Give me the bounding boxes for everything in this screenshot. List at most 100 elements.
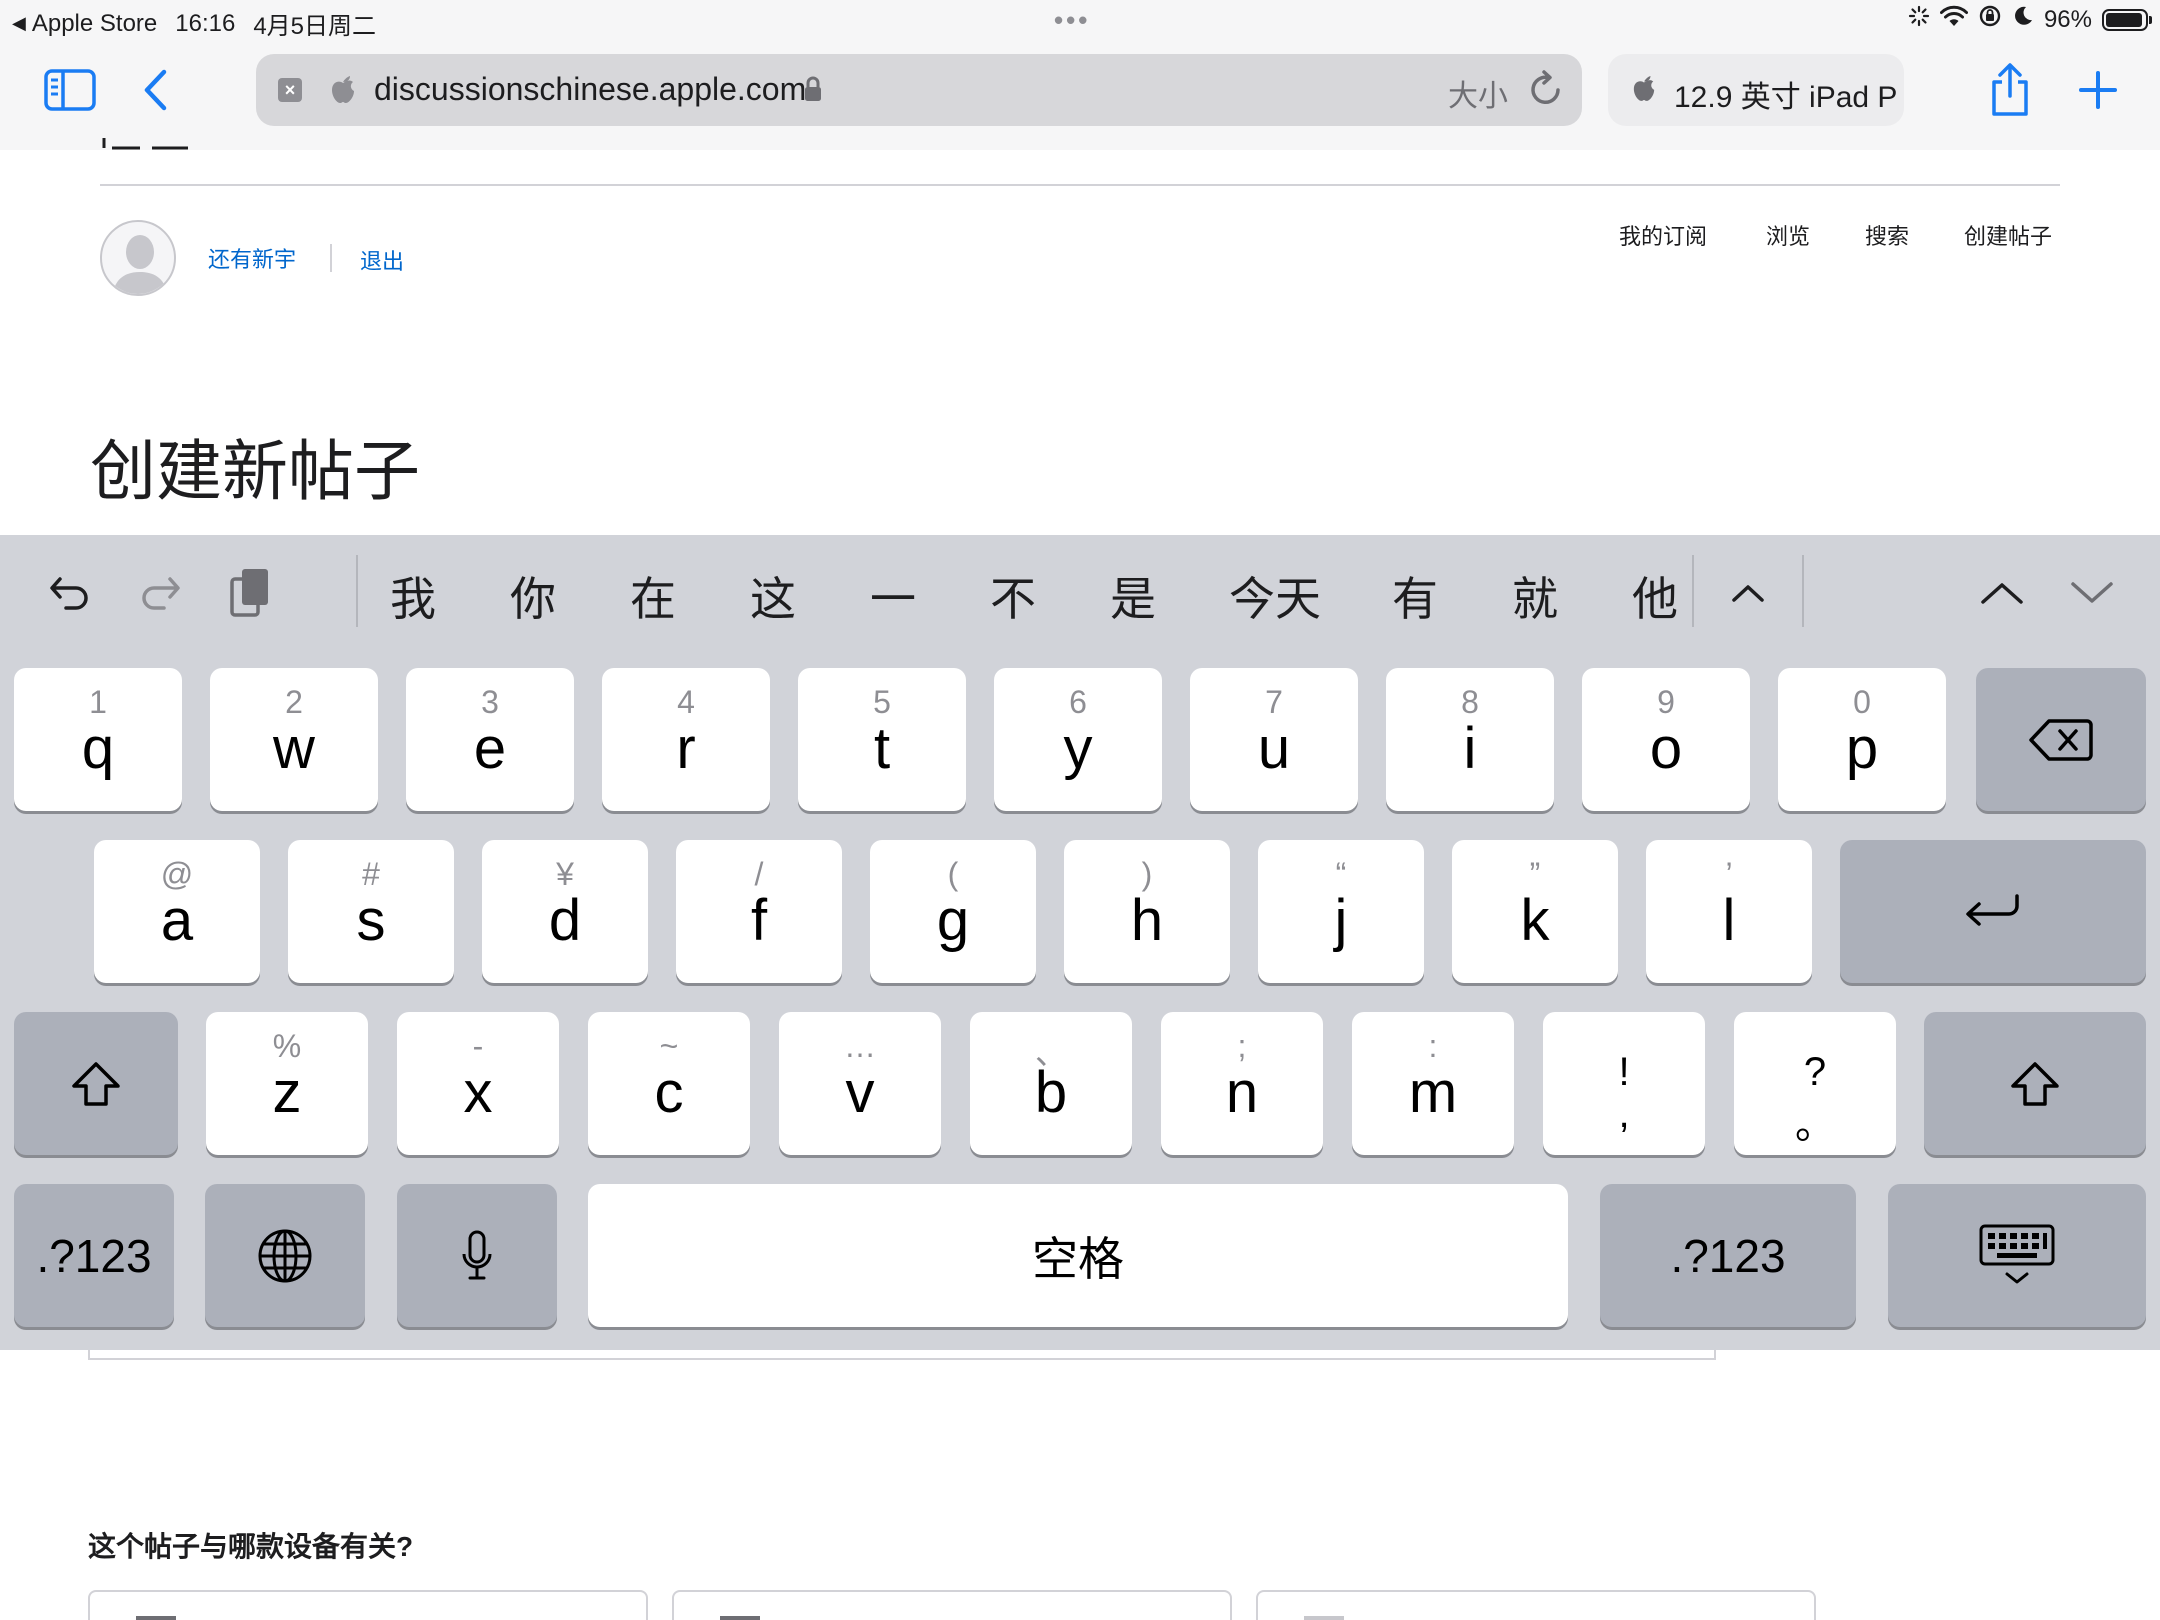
status-date: 4月5日周二 (253, 13, 377, 40)
return-key[interactable] (1840, 840, 2146, 983)
redo-button[interactable] (134, 567, 186, 619)
key-question-period[interactable]: ?。 (1734, 1012, 1896, 1155)
return-icon (1966, 893, 2019, 926)
key-label: l (1722, 888, 1736, 953)
user-divider (330, 244, 332, 272)
key-f[interactable]: / f (676, 840, 842, 983)
key-g[interactable]: (g (870, 840, 1036, 983)
candidate-word[interactable]: 你 (510, 563, 556, 629)
key-l[interactable]: ’ l (1646, 840, 1812, 983)
share-button[interactable] (1986, 60, 2034, 120)
key-e[interactable]: 3e (406, 668, 574, 811)
key-label: 空格 (1032, 1232, 1124, 1285)
key-label: r (676, 716, 696, 781)
nav-my-subscriptions[interactable]: 我的订阅 (1619, 219, 1707, 251)
device-option[interactable] (1256, 1590, 1816, 1620)
key-v[interactable]: … v (779, 1012, 941, 1155)
sidebar-toggle-button[interactable] (44, 68, 96, 112)
address-bar[interactable]: × discussionschinese.apple.com 大小 (256, 54, 1582, 126)
plus-icon (2079, 71, 2117, 109)
close-tab-icon[interactable]: × (278, 78, 302, 102)
paste-button[interactable] (224, 567, 276, 619)
key-y[interactable]: 6y (994, 668, 1162, 811)
back-to-app-label[interactable]: Apple Store (32, 10, 157, 38)
key-h[interactable]: ) h (1064, 840, 1230, 983)
device-option[interactable] (672, 1590, 1232, 1620)
wifi-icon (1939, 5, 1968, 34)
shift-key-left[interactable] (14, 1012, 178, 1155)
back-button[interactable] (138, 66, 172, 114)
dismiss-keyboard-key[interactable] (1888, 1184, 2146, 1327)
key-a[interactable]: @ a (94, 840, 260, 983)
key-label: p (1845, 716, 1879, 781)
key-m[interactable]: :m (1352, 1012, 1514, 1155)
reload-icon[interactable] (1528, 70, 1566, 110)
key-label: q (81, 716, 115, 781)
dictation-key[interactable] (397, 1184, 557, 1327)
candidate-word[interactable]: 一 (870, 563, 916, 629)
undo-icon (50, 577, 88, 610)
key-b[interactable]: 、 b (970, 1012, 1132, 1155)
nav-search[interactable]: 搜索 (1865, 219, 1909, 251)
undo-button[interactable] (44, 567, 96, 619)
nav-create-post[interactable]: 创建帖子 (1964, 219, 2052, 251)
key-label: a (160, 888, 194, 953)
key-j[interactable]: “j (1258, 840, 1424, 983)
candidate-word[interactable]: 就 (1512, 563, 1558, 629)
key-w[interactable]: 2w (210, 668, 378, 811)
candidate-word[interactable]: 是 (1110, 563, 1156, 629)
candidate-word[interactable]: 他 (1632, 563, 1678, 629)
key-p[interactable]: 0p (1778, 668, 1946, 811)
key-label: z (272, 1060, 302, 1125)
candidate-word[interactable]: 今天 (1229, 563, 1321, 629)
apple-icon (330, 74, 356, 104)
candidate-word[interactable]: 在 (630, 563, 676, 629)
globe-key[interactable] (205, 1184, 365, 1327)
key-i[interactable]: 8i (1386, 668, 1554, 811)
predictive-bar: 我 你 在 这 一 不 是 今天 有 就 他 (0, 535, 2160, 645)
expand-candidates-button[interactable] (1722, 567, 1774, 619)
key-label: w (273, 716, 315, 781)
key-k[interactable]: ” k (1452, 840, 1618, 983)
back-icon (144, 69, 167, 111)
key-s[interactable]: # s (288, 840, 454, 983)
key-n[interactable]: ; n (1161, 1012, 1323, 1155)
key-q[interactable]: 1q (14, 668, 182, 811)
candidate-word[interactable]: 这 (750, 563, 796, 629)
device-option[interactable] (88, 1590, 648, 1620)
symbols-key-right[interactable]: .?123 (1600, 1184, 1856, 1327)
key-r[interactable]: 4r (602, 668, 770, 811)
candidate-word[interactable]: 不 (990, 563, 1036, 629)
shift-key-right[interactable] (1924, 1012, 2146, 1155)
tab-ipad[interactable]: 12.9 英寸 iPad P (1608, 54, 1904, 126)
username-link[interactable]: 还有新宇 (208, 242, 296, 274)
new-tab-button[interactable] (2074, 66, 2122, 114)
key-exclamation-comma[interactable]: !, (1543, 1012, 1705, 1155)
delete-key[interactable] (1976, 668, 2146, 811)
status-bar: ◀ Apple Store 16:16 4月5日周二 ••• 96% (0, 0, 2160, 40)
symbols-key-left[interactable]: .?123 (14, 1184, 174, 1327)
previous-field-button[interactable] (1976, 567, 2028, 619)
key-o[interactable]: 9o (1582, 668, 1750, 811)
back-to-app-icon[interactable]: ◀ (12, 13, 26, 34)
avatar[interactable] (100, 220, 176, 296)
key-label: m (1408, 1060, 1458, 1125)
candidate-word[interactable]: 我 (390, 563, 436, 629)
key-u[interactable]: 7u (1190, 668, 1358, 811)
key-d[interactable]: ¥ d (482, 840, 648, 983)
key-t[interactable]: 5t (798, 668, 966, 811)
logout-link[interactable]: 退出 (360, 244, 404, 276)
text-size-button[interactable]: 大小 (1448, 71, 1508, 115)
next-field-button[interactable] (2066, 567, 2118, 619)
key-x[interactable]: -x (397, 1012, 559, 1155)
space-key[interactable]: 空格 (588, 1184, 1568, 1327)
chevron-up-icon (1732, 585, 1764, 602)
candidate-word[interactable]: 有 (1392, 563, 1438, 629)
multitasking-dots-icon[interactable]: ••• (1054, 7, 1090, 33)
nav-browse[interactable]: 浏览 (1766, 219, 1810, 251)
key-z[interactable]: % z (206, 1012, 368, 1155)
share-icon (1992, 63, 2028, 116)
delete-icon (2029, 718, 2093, 761)
key-c[interactable]: ~ c (588, 1012, 750, 1155)
key-label: u (1257, 716, 1291, 781)
